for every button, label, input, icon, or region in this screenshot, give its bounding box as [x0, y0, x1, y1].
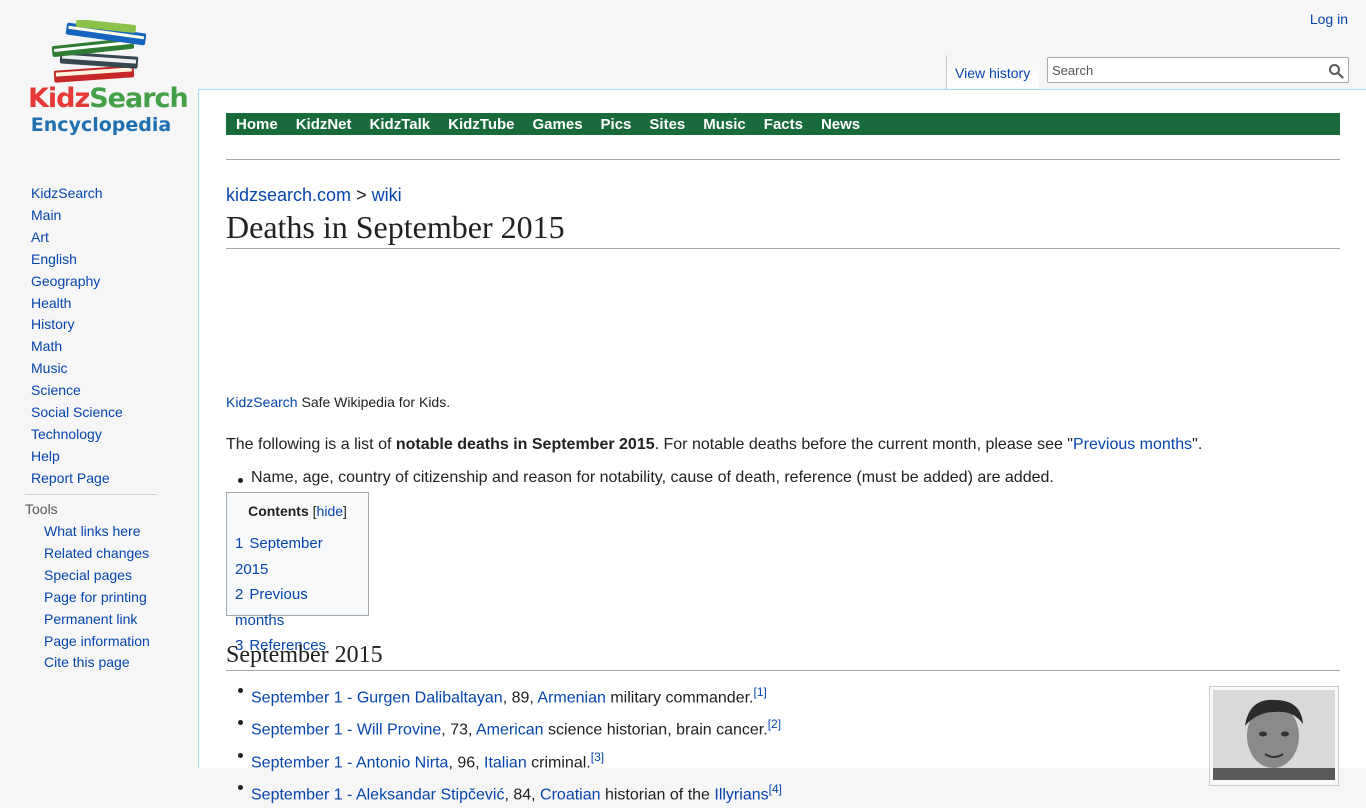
- sidebar-item-art[interactable]: Art: [31, 229, 49, 245]
- topnav-pics[interactable]: Pics: [601, 116, 632, 133]
- sidebar: KidzSearch Encyclopedia KidzSearch Main …: [0, 0, 198, 768]
- note-item: Name, age, country of citizenship and re…: [238, 469, 1054, 486]
- login-link[interactable]: Log in: [1310, 11, 1348, 27]
- intro-text-2: . For notable deaths before the current …: [654, 436, 1073, 453]
- reference-link[interactable]: [3]: [591, 750, 604, 764]
- toc-heading: Contents: [248, 503, 309, 519]
- topnav-games[interactable]: Games: [533, 116, 583, 133]
- toc-hide-link[interactable]: hide: [317, 503, 343, 519]
- toc-item[interactable]: 2 Previous months: [235, 582, 360, 633]
- site-logo[interactable]: KidzSearch Encyclopedia: [24, 20, 189, 145]
- topnav-kidznet[interactable]: KidzNet: [296, 116, 352, 133]
- portrait-photo: [1213, 690, 1335, 780]
- top-navbar: Home KidzNet KidzTalk KidzTube Games Pic…: [226, 113, 1340, 135]
- list-item: September 1 - Aleksandar Stipčević, 84, …: [238, 776, 782, 808]
- sidebar-item-science[interactable]: Science: [31, 382, 81, 398]
- tab-view-history[interactable]: View history: [946, 55, 1039, 90]
- sidebar-nav: KidzSearch Main Art English Geography He…: [31, 183, 123, 490]
- tools-nav: What links here Related changes Special …: [44, 521, 150, 674]
- sidebar-item-kidzsearch[interactable]: KidzSearch: [31, 185, 103, 201]
- sidebar-item-health[interactable]: Health: [31, 295, 71, 311]
- topnav-kidztube[interactable]: KidzTube: [448, 116, 514, 133]
- entry-link[interactable]: September 1 - Gurgen Dalibaltayan: [251, 689, 503, 706]
- list-item: September 1 - Will Provine, 73, American…: [238, 711, 782, 743]
- sidebar-item-geography[interactable]: Geography: [31, 273, 100, 289]
- tools-item-permanent-link[interactable]: Permanent link: [44, 611, 137, 627]
- search-icon[interactable]: [1328, 63, 1344, 79]
- tools-item-related-changes[interactable]: Related changes: [44, 545, 149, 561]
- topnav-kidztalk[interactable]: KidzTalk: [370, 116, 431, 133]
- topnav-music[interactable]: Music: [703, 116, 746, 133]
- reference-link[interactable]: [1]: [753, 685, 766, 699]
- topnav-facts[interactable]: Facts: [764, 116, 803, 133]
- sidebar-item-technology[interactable]: Technology: [31, 426, 102, 442]
- reference-link[interactable]: [2]: [768, 717, 781, 731]
- portrait-thumbnail[interactable]: [1209, 686, 1339, 786]
- tagline-kidzsearch-link[interactable]: KidzSearch: [226, 394, 298, 410]
- sidebar-item-report-page[interactable]: Report Page: [31, 470, 110, 486]
- tagline-text: Safe Wikipedia for Kids.: [297, 394, 451, 410]
- breadcrumb-site-link[interactable]: kidzsearch.com: [226, 185, 351, 205]
- divider: [226, 159, 1340, 160]
- illyrians-link[interactable]: Illyrians: [714, 786, 768, 803]
- toc-item[interactable]: 1 September 2015: [235, 531, 360, 582]
- search-input[interactable]: [1048, 58, 1318, 82]
- tools-item-cite-this-page[interactable]: Cite this page: [44, 654, 130, 670]
- tools-item-page-for-printing[interactable]: Page for printing: [44, 589, 147, 605]
- note-list: Name, age, country of citizenship and re…: [226, 469, 1054, 487]
- view-history-link[interactable]: View history: [955, 65, 1030, 81]
- entry-link[interactable]: September 1 - Antonio Nirta: [251, 754, 448, 771]
- country-link[interactable]: American: [476, 722, 544, 739]
- page-title: Deaths in September 2015: [226, 207, 1340, 249]
- breadcrumb: kidzsearch.com > wiki: [226, 185, 402, 206]
- breadcrumb-wiki-link[interactable]: wiki: [372, 185, 402, 205]
- breadcrumb-separator: >: [356, 185, 367, 205]
- section-heading: September 2015: [226, 641, 1340, 671]
- logo-subtitle: Encyclopedia: [30, 114, 172, 136]
- table-of-contents: Contents [hide] 1 September 2015 2 Previou…: [226, 492, 369, 654]
- entry-link[interactable]: September 1 - Aleksandar Stipčević: [251, 786, 504, 803]
- toc-list: 1 September 2015 2 Previous months 3 Refere…: [235, 531, 360, 659]
- tools-item-what-links-here[interactable]: What links here: [44, 523, 140, 539]
- country-link[interactable]: Italian: [484, 754, 527, 771]
- intro-paragraph: The following is a list of notable death…: [226, 436, 1202, 454]
- books-logo-icon: [51, 20, 147, 83]
- sidebar-item-english[interactable]: English: [31, 251, 77, 267]
- country-link[interactable]: Croatian: [540, 786, 600, 803]
- previous-months-link[interactable]: Previous months: [1073, 436, 1192, 453]
- intro-bold: notable deaths in September 2015: [395, 436, 655, 453]
- sidebar-item-help[interactable]: Help: [31, 448, 60, 464]
- toc-hide-toggle: [hide]: [312, 503, 347, 519]
- country-link[interactable]: Armenian: [537, 689, 605, 706]
- reference-link[interactable]: [4]: [769, 782, 782, 796]
- list-item: September 1 - Gurgen Dalibaltayan, 89, A…: [238, 679, 782, 711]
- content-area: Home KidzNet KidzTalk KidzTube Games Pic…: [198, 89, 1366, 803]
- search-box: [1047, 57, 1349, 83]
- sidebar-item-social-science[interactable]: Social Science: [31, 404, 123, 420]
- tools-item-special-pages[interactable]: Special pages: [44, 567, 132, 583]
- sidebar-item-music[interactable]: Music: [31, 360, 68, 376]
- intro-text-1: The following is a list of: [226, 436, 396, 453]
- tools-heading[interactable]: Tools: [25, 494, 157, 517]
- topnav-home[interactable]: Home: [236, 116, 278, 133]
- list-item: September 1 - Antonio Nirta, 96, Italian…: [238, 744, 782, 776]
- death-entries-list: September 1 - Gurgen Dalibaltayan, 89, A…: [226, 679, 782, 808]
- logo-wordmark: KidzSearch: [28, 83, 189, 114]
- sidebar-item-main[interactable]: Main: [31, 207, 61, 223]
- topnav-news[interactable]: News: [821, 116, 860, 133]
- entry-link[interactable]: September 1 - Will Provine: [251, 722, 441, 739]
- intro-text-3: ".: [1192, 436, 1203, 453]
- toc-title: Contents [hide]: [235, 503, 360, 519]
- topnav-sites[interactable]: Sites: [649, 116, 685, 133]
- tagline: KidzSearch Safe Wikipedia for Kids.: [226, 394, 450, 410]
- tools-item-page-information[interactable]: Page information: [44, 633, 150, 649]
- sidebar-item-history[interactable]: History: [31, 316, 75, 332]
- sidebar-item-math[interactable]: Math: [31, 338, 62, 354]
